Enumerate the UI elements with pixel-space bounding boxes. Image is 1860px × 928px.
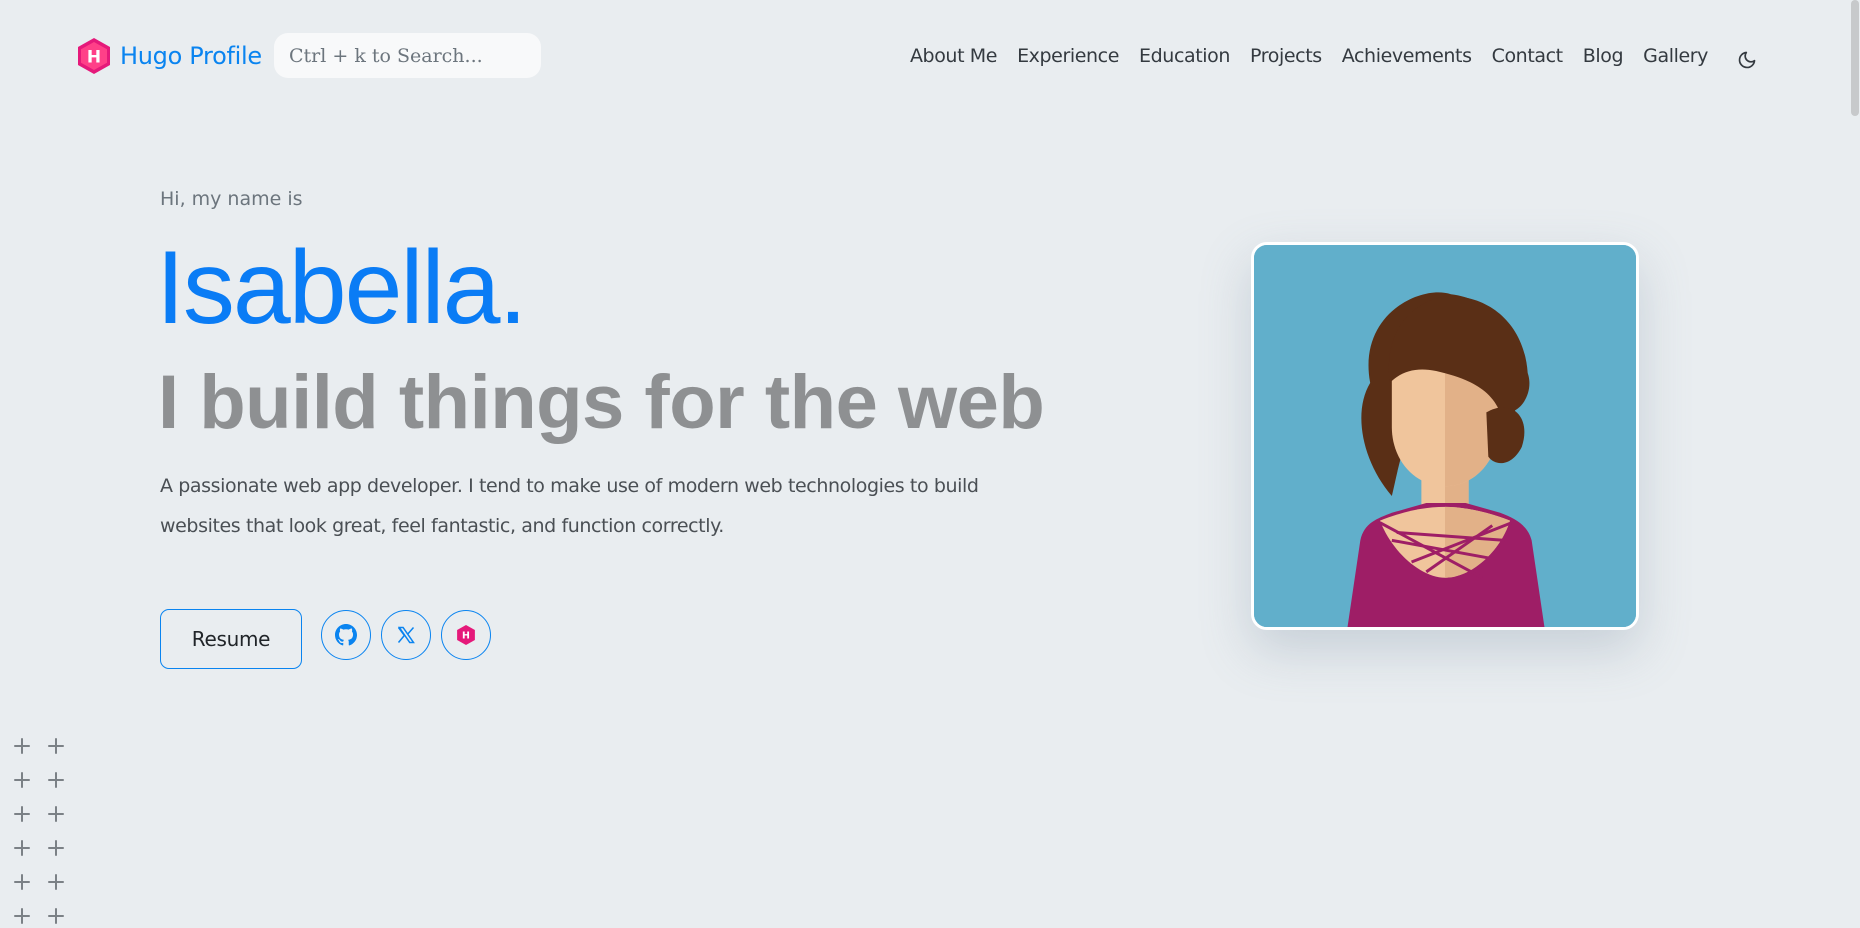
hugo-link[interactable]: H bbox=[441, 610, 491, 660]
avatar bbox=[1251, 242, 1639, 630]
hugo-icon: H bbox=[457, 625, 475, 645]
x-icon bbox=[397, 626, 415, 644]
avatar-illustration bbox=[1254, 245, 1636, 627]
svg-text:H: H bbox=[87, 48, 101, 68]
plus-icon bbox=[12, 804, 32, 824]
brand-link[interactable]: H Hugo Profile bbox=[76, 36, 262, 76]
hugo-logo-icon: H bbox=[78, 38, 110, 74]
decorative-plus-grid bbox=[12, 736, 66, 926]
plus-icon bbox=[12, 736, 32, 756]
scrollbar[interactable] bbox=[1851, 0, 1859, 116]
theme-toggle-button[interactable] bbox=[1735, 48, 1759, 72]
search-input[interactable] bbox=[274, 33, 541, 78]
nav-item-contact[interactable]: Contact bbox=[1482, 45, 1573, 67]
resume-button[interactable]: Resume bbox=[160, 609, 302, 669]
github-icon bbox=[335, 624, 357, 646]
plus-icon bbox=[46, 804, 66, 824]
plus-icon bbox=[46, 906, 66, 926]
plus-icon bbox=[12, 838, 32, 858]
nav-item-experience[interactable]: Experience bbox=[1007, 45, 1129, 67]
hero-greeting: Hi, my name is bbox=[160, 188, 303, 210]
plus-icon bbox=[12, 872, 32, 892]
nav-item-gallery[interactable]: Gallery bbox=[1633, 45, 1718, 67]
moon-icon bbox=[1738, 51, 1756, 69]
x-twitter-link[interactable] bbox=[381, 610, 431, 660]
nav-menu: About Me Experience Education Projects A… bbox=[900, 40, 1718, 72]
plus-icon bbox=[12, 770, 32, 790]
nav-item-education[interactable]: Education bbox=[1129, 45, 1240, 67]
nav-item-achievements[interactable]: Achievements bbox=[1332, 45, 1482, 67]
github-link[interactable] bbox=[321, 610, 371, 660]
svg-text:H: H bbox=[462, 631, 470, 642]
hero-tagline: I build things for the web bbox=[158, 360, 1045, 445]
plus-icon bbox=[46, 872, 66, 892]
brand-name: Hugo Profile bbox=[120, 42, 262, 70]
nav-item-projects[interactable]: Projects bbox=[1240, 45, 1332, 67]
nav-item-about-me[interactable]: About Me bbox=[900, 45, 1007, 67]
plus-icon bbox=[46, 736, 66, 756]
nav-item-blog[interactable]: Blog bbox=[1573, 45, 1633, 67]
plus-icon bbox=[46, 838, 66, 858]
plus-icon bbox=[46, 770, 66, 790]
plus-icon bbox=[12, 906, 32, 926]
hero-description: A passionate web app developer. I tend t… bbox=[160, 475, 979, 537]
navbar: H Hugo Profile About Me Experience Educa… bbox=[0, 0, 1860, 112]
hero-name: Isabella. bbox=[156, 230, 527, 346]
